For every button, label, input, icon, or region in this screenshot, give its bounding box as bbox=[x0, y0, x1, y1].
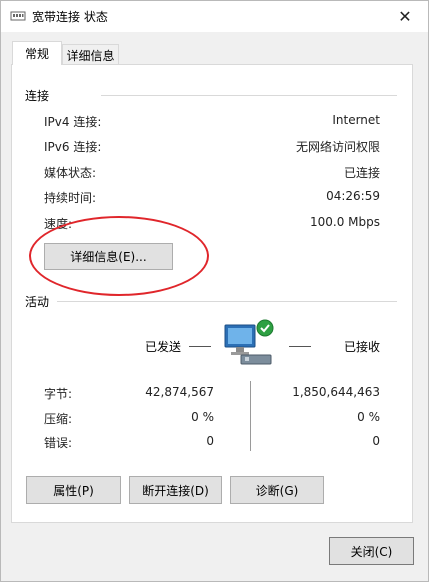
bytes-label: 字节: bbox=[44, 387, 73, 401]
ipv6-label: IPv6 连接: bbox=[44, 140, 102, 154]
connection-divider bbox=[101, 95, 397, 96]
network-computer-connected-icon bbox=[221, 319, 277, 367]
media-state-value: 已连接 bbox=[343, 166, 380, 180]
compression-received-value: 0 % bbox=[357, 410, 380, 424]
ipv4-value: Internet bbox=[332, 113, 380, 127]
activity-separator bbox=[250, 381, 251, 451]
compression-label: 压缩: bbox=[44, 412, 73, 426]
connection-status-window: 宽带连接 状态 ✕ 常规 详细信息 连接 IPv4 连接: Internet I… bbox=[0, 0, 429, 582]
speed-value: 100.0 Mbps bbox=[309, 215, 380, 229]
close-button[interactable]: 关闭(C) bbox=[329, 537, 414, 565]
network-connection-icon bbox=[10, 10, 26, 22]
title-bar: 宽带连接 状态 ✕ bbox=[1, 1, 428, 32]
speed-label: 速度: bbox=[44, 217, 73, 231]
sent-label: 已发送 bbox=[145, 340, 182, 354]
ipv6-value: 无网络访问权限 bbox=[295, 140, 380, 154]
diagnose-button[interactable]: 诊断(G) bbox=[230, 476, 324, 504]
activity-section-title: 活动 bbox=[25, 293, 54, 310]
close-icon: ✕ bbox=[398, 7, 412, 26]
disconnect-button[interactable]: 断开连接(D) bbox=[129, 476, 222, 504]
duration-value: 04:26:59 bbox=[326, 189, 380, 203]
tab-details[interactable]: 详细信息 bbox=[62, 44, 119, 66]
bytes-received-value: 1,850,644,463 bbox=[292, 385, 380, 399]
general-panel bbox=[11, 64, 413, 523]
media-state-label: 媒体状态: bbox=[44, 166, 97, 180]
details-button[interactable]: 详细信息(E)... bbox=[44, 243, 173, 270]
received-label: 已接收 bbox=[344, 340, 381, 354]
errors-sent-value: 0 bbox=[206, 434, 214, 448]
received-dash bbox=[289, 346, 311, 347]
sent-dash bbox=[189, 346, 211, 347]
duration-label: 持续时间: bbox=[44, 191, 97, 205]
connection-section-title: 连接 bbox=[25, 87, 54, 104]
bytes-sent-value: 42,874,567 bbox=[145, 385, 214, 399]
errors-label: 错误: bbox=[44, 436, 73, 450]
activity-divider bbox=[57, 301, 397, 302]
errors-received-value: 0 bbox=[372, 434, 380, 448]
compression-sent-value: 0 % bbox=[191, 410, 214, 424]
window-title: 宽带连接 状态 bbox=[32, 10, 108, 24]
tab-general[interactable]: 常规 bbox=[12, 41, 62, 65]
properties-button[interactable]: 属性(P) bbox=[26, 476, 121, 504]
close-window-button[interactable]: ✕ bbox=[382, 1, 428, 32]
ipv4-label: IPv4 连接: bbox=[44, 115, 102, 129]
